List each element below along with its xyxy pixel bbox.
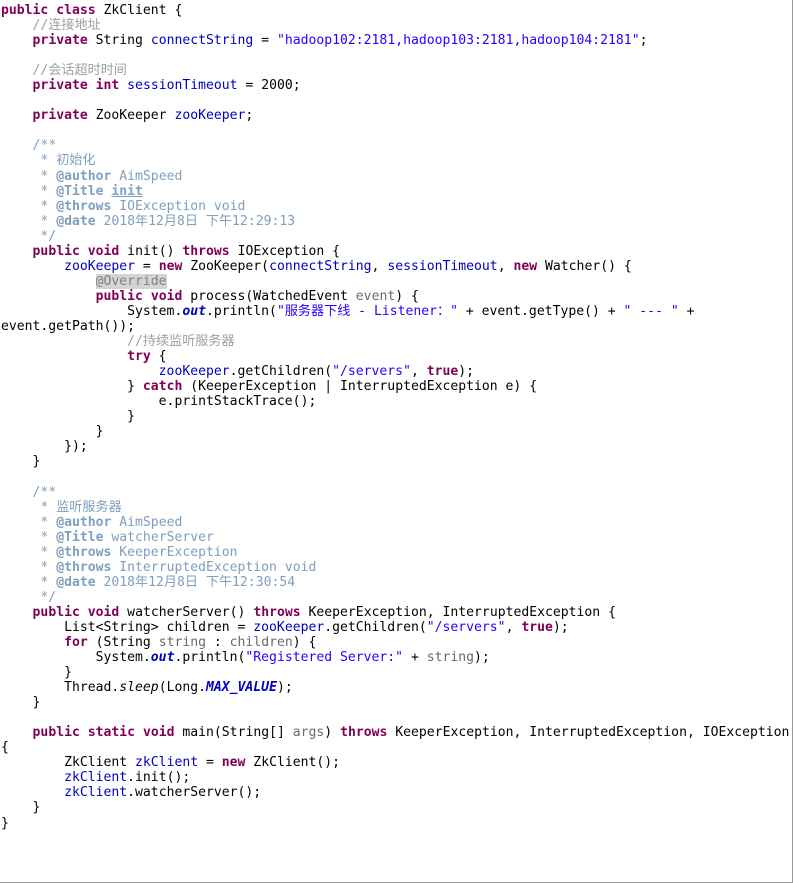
code-line: public void watcherServer() throws Keepe… xyxy=(32,604,616,620)
code-line: * @date 2018年12月8日 下午12:30:54 xyxy=(40,574,296,590)
code-line: //会话超时时间 xyxy=(32,63,127,79)
code-line: e.printStackTrace(); xyxy=(1,394,317,410)
code-line: } xyxy=(1,695,41,711)
code-line: for (String string : children) { xyxy=(64,634,317,650)
code-line: */ xyxy=(40,589,57,605)
code-line: } xyxy=(1,665,72,681)
code-line: }); xyxy=(1,439,88,455)
code-line: public class ZkClient { xyxy=(1,3,183,18)
override-annotation[interactable]: @Override xyxy=(95,273,167,289)
code-line: * @Title watcherServer xyxy=(40,529,214,545)
code-line: /** xyxy=(32,138,57,154)
code-line: } xyxy=(1,800,41,816)
code-line: try { xyxy=(127,349,167,365)
code-line: System.out.println("服务器下线 - Listener：" +… xyxy=(1,303,703,334)
code-line: public static void main(String[] args) t… xyxy=(1,725,790,756)
code-line: * @throws IOException void xyxy=(40,198,246,214)
code-line: private String connectString = "hadoop10… xyxy=(32,33,648,49)
code-line: zooKeeper.getChildren("/servers", true); xyxy=(158,364,475,380)
code-line: List<String> children = zooKeeper.getChi… xyxy=(1,619,569,635)
code-line: * @throws KeeperException xyxy=(40,544,238,560)
code-line: @Override xyxy=(1,273,167,289)
code-line: * 初始化 xyxy=(40,153,96,169)
code-line: private ZooKeeper zooKeeper; xyxy=(32,108,254,124)
code-line: //连接地址 xyxy=(32,18,101,34)
source-code-block[interactable]: public class ZkClient { //连接地址 private S… xyxy=(0,0,792,831)
code-line: } xyxy=(1,454,41,470)
code-line: * @author AimSpeed xyxy=(40,514,183,530)
code-line: } catch (KeeperException | InterruptedEx… xyxy=(1,379,538,395)
code-line: zkClient.watcherServer(); xyxy=(64,785,262,801)
code-line: * @throws InterruptedException void xyxy=(40,559,317,575)
code-line: } xyxy=(1,815,9,831)
code-editor-view: public class ZkClient { //连接地址 private S… xyxy=(0,0,793,883)
code-line: public void init() throws IOException { xyxy=(32,243,341,259)
code-line: //持续监听服务器 xyxy=(127,334,235,350)
code-line: * @date 2018年12月8日 下午12:29:13 xyxy=(40,213,296,229)
code-line: public void process(WatchedEvent event) … xyxy=(95,288,419,304)
code-line: private int sessionTimeout = 2000; xyxy=(32,78,301,94)
code-line: zooKeeper = new ZooKeeper(connectString,… xyxy=(64,258,632,274)
code-line: * @Title init xyxy=(40,183,143,199)
code-line: */ xyxy=(40,228,57,244)
code-line: System.out.println("Registered Server:" … xyxy=(1,650,490,666)
code-line: * 监听服务器 xyxy=(40,499,122,515)
code-line: Thread.sleep(Long.MAX_VALUE); xyxy=(1,680,293,696)
code-line: /** xyxy=(32,484,57,500)
code-line: zkClient.init(); xyxy=(64,770,191,786)
code-line: ZkClient zkClient = new ZkClient(); xyxy=(1,755,341,771)
code-line: } xyxy=(1,424,104,440)
code-line: * @author AimSpeed xyxy=(40,168,183,184)
code-line: } xyxy=(1,409,136,425)
